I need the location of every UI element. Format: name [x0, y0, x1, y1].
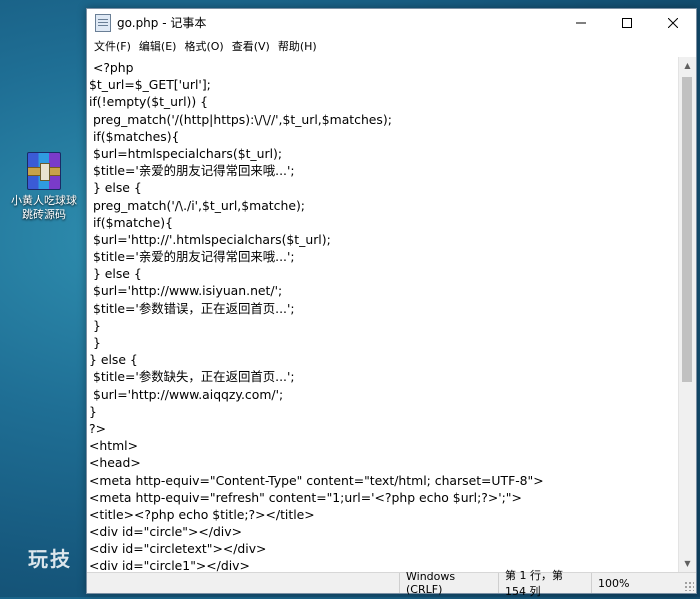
- vertical-scrollbar[interactable]: ▲ ▼: [678, 57, 696, 572]
- code-line: }: [89, 335, 101, 350]
- code-line: <div id="circletext"></div>: [89, 541, 267, 557]
- title-bar[interactable]: go.php - 记事本: [87, 9, 696, 36]
- code-line: if($matches){: [89, 128, 180, 144]
- notepad-icon: [95, 13, 111, 32]
- scroll-thumb[interactable]: [682, 77, 692, 382]
- menu-view[interactable]: 查看(V): [228, 38, 274, 54]
- code-line: $title='参数缺失，正在返回首页...';: [89, 369, 295, 385]
- code-line: preg_match('/\./i',$t_url,$matche);: [89, 197, 305, 213]
- code-line: <html>: [89, 438, 138, 454]
- code-line: if($matche){: [89, 214, 173, 230]
- menu-edit[interactable]: 编辑(E): [135, 38, 181, 54]
- watermark: 玩技: [28, 547, 72, 571]
- code-line: <meta http-equiv="Content-Type" content=…: [89, 472, 544, 488]
- code-line: $title='参数错误，正在返回首页...';: [89, 300, 295, 316]
- code-line: <div id="circle"></div>: [89, 524, 242, 540]
- status-encoding: Windows (CRLF): [399, 570, 498, 596]
- code-line: <?php: [89, 60, 134, 75]
- code-line: $title='亲爱的朋友记得常回来哦...';: [89, 163, 295, 179]
- code-line: $url='http://www.aiqqzy.com/';: [89, 386, 284, 402]
- code-line: } else {: [89, 266, 142, 282]
- status-bar: Windows (CRLF) 第 1 行，第 154 列 100%: [87, 569, 696, 598]
- desktop-file-icon[interactable]: 小黄人吃球球 跳砖源码: [8, 152, 80, 222]
- text-editor[interactable]: <?php $t_url=$_GET['url']; if(!empty($t_ur…: [87, 57, 679, 572]
- menu-file[interactable]: 文件(F): [90, 38, 135, 54]
- code-line: }: [89, 403, 97, 419]
- code-line: <head>: [89, 455, 141, 471]
- code-line: $title='亲爱的朋友记得常回来哦...';: [89, 249, 295, 265]
- code-line: $url='http://www.isiyuan.net/';: [89, 283, 283, 299]
- code-line: <title><?php echo $title;?></title>: [89, 506, 315, 522]
- code-line: } else {: [89, 352, 138, 368]
- code-line: if(!empty($t_url)) {: [89, 94, 209, 110]
- scroll-up-icon[interactable]: ▲: [679, 57, 696, 74]
- code-line: $t_url=$_GET['url'];: [89, 77, 211, 93]
- code-line: }: [89, 317, 101, 333]
- code-line: <meta http-equiv="refresh" content="1;ur…: [89, 489, 522, 505]
- maximize-icon: [622, 17, 632, 28]
- scroll-down-icon[interactable]: ▼: [679, 555, 696, 572]
- status-zoom: 100%: [591, 573, 635, 593]
- close-icon: [668, 17, 678, 28]
- desktop-file-label-line1: 小黄人吃球球: [11, 194, 77, 207]
- code-content: <?php $t_url=$_GET['url']; if(!empty($t_ur…: [89, 59, 544, 572]
- close-button[interactable]: [650, 9, 696, 36]
- code-line: } else {: [89, 180, 142, 196]
- code-line: $url=htmlspecialchars($t_url);: [89, 145, 283, 161]
- code-line: ?>: [89, 420, 106, 436]
- maximize-button[interactable]: [604, 9, 650, 36]
- notepad-window: go.php - 记事本 文件(F) 编辑(E) 格式(O) 查看(V) 帮助(…: [86, 8, 697, 598]
- menu-format[interactable]: 格式(O): [180, 38, 227, 54]
- menu-bar: 文件(F) 编辑(E) 格式(O) 查看(V) 帮助(H): [87, 36, 696, 56]
- window-title: go.php - 记事本: [117, 16, 207, 30]
- code-line: $url='http://'.htmlspecialchars($t_url);: [89, 231, 331, 247]
- winrar-archive-icon: [27, 152, 61, 190]
- minimize-icon: [576, 22, 586, 23]
- status-cursor-position: 第 1 行，第 154 列: [498, 569, 591, 598]
- code-line: preg_match('/(http|https):\/\//',$t_url,…: [89, 111, 392, 127]
- resize-grip-icon[interactable]: [684, 581, 694, 591]
- desktop-file-label-line2: 跳砖源码: [22, 208, 66, 221]
- minimize-button[interactable]: [558, 9, 604, 36]
- menu-help[interactable]: 帮助(H): [274, 38, 321, 54]
